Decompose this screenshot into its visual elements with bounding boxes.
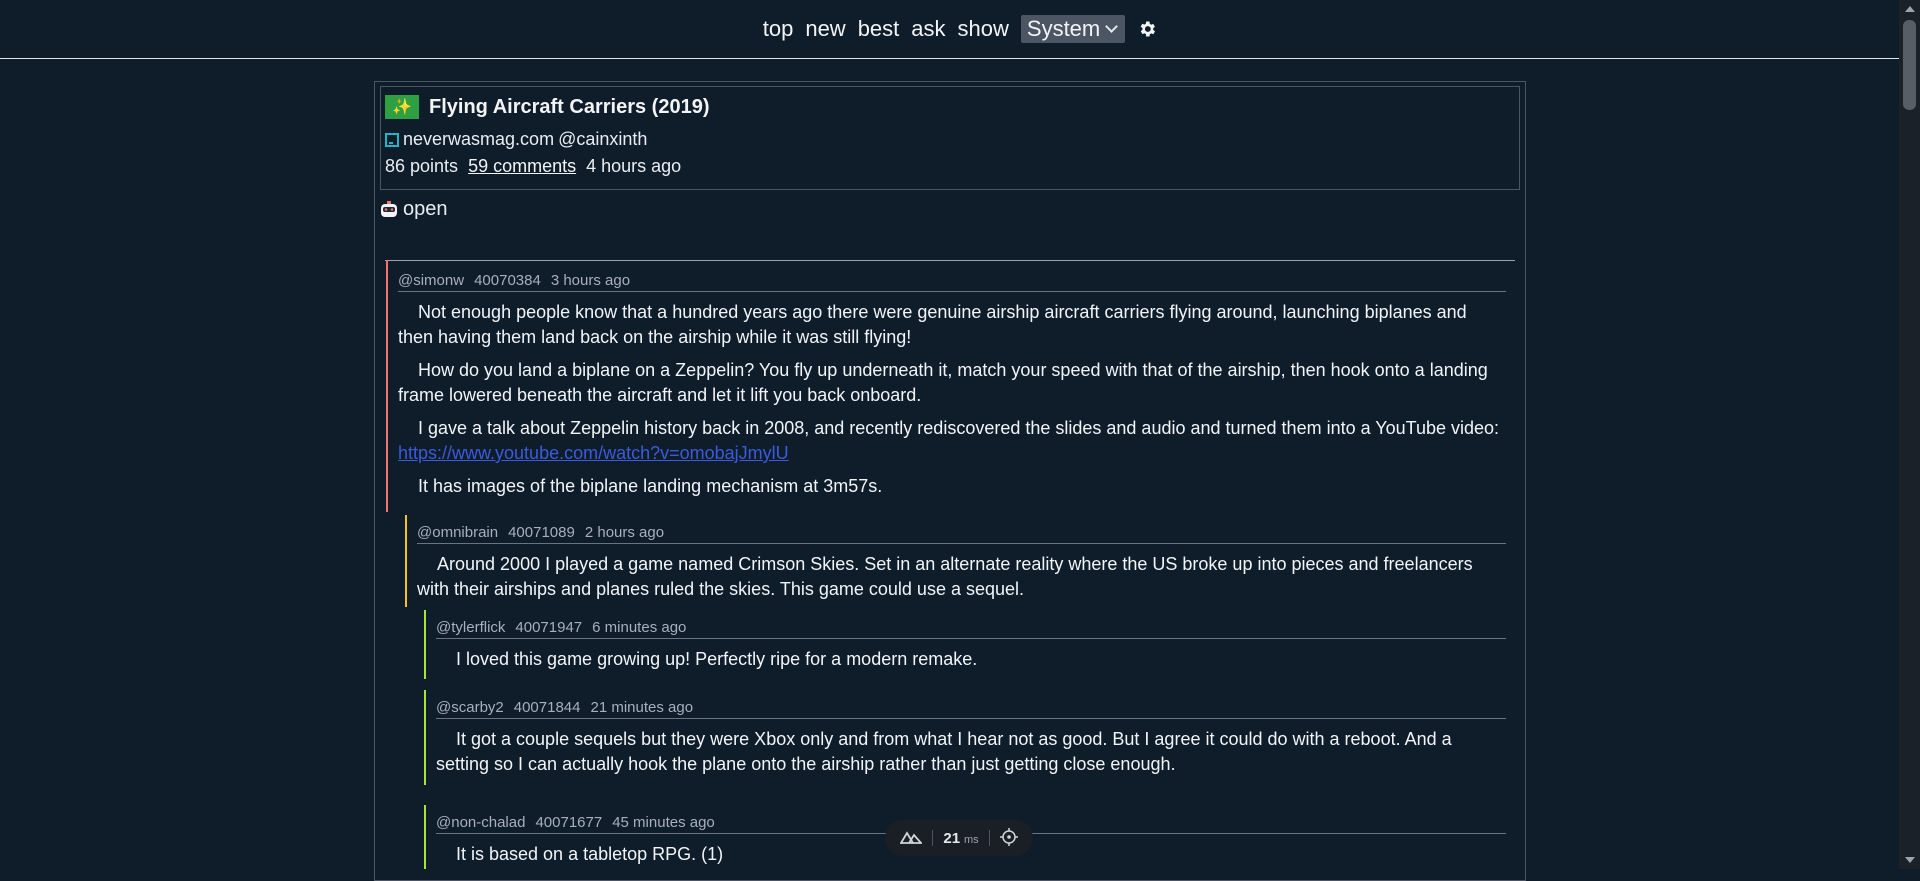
sparkle-icon: ✨ [385,95,419,119]
story-points: 86 points [385,156,459,176]
comment-id[interactable]: 40070384 [474,272,541,289]
divider [988,830,990,846]
scrollbar-thumb[interactable] [1903,20,1916,110]
story-author[interactable]: @cainxinth [558,129,647,150]
comment-time: 2 hours ago [584,524,665,541]
story-comments-link[interactable]: 59 comments [468,156,576,177]
story-domain[interactable]: neverwasmag.com [403,129,554,150]
perf-indicator[interactable]: 21 ms [885,820,1033,856]
top-nav: top new best ask show System [0,0,1920,59]
theme-select[interactable]: System [1020,15,1126,43]
comment-id[interactable]: 40071947 [515,619,582,636]
comment-paragraph: I loved this game growing up! Perfectly … [456,649,978,669]
comment-id[interactable]: 40071844 [514,699,581,716]
story-time: 4 hours ago [586,156,682,176]
comment-id[interactable]: 40071677 [535,814,602,831]
comment-user[interactable]: @tylerflick [436,619,505,636]
comment-tylerflick: @tylerflick 40071947 6 minutes ago I lov… [424,610,1516,679]
nav-new[interactable]: new [805,16,845,42]
comment-paragraph: It got a couple sequels but they were Xb… [436,729,1452,774]
nav-ask[interactable]: ask [911,16,945,42]
story-title[interactable]: Flying Aircraft Carriers (2019) [429,96,709,119]
comment-user[interactable]: @non-chalad [436,814,525,831]
site-favicon-icon [385,132,399,147]
open-label: open [403,198,448,220]
comment-omnibrain: @omnibrain 40071089 2 hours ago Around 2… [405,515,1516,607]
comment-scarby2: @scarby2 40071844 21 minutes ago It got … [424,690,1516,785]
nav-top[interactable]: top [763,16,794,42]
youtube-link[interactable]: https://www.youtube.com/watch?v=omobajJm… [398,443,789,463]
comment-paragraph: I gave a talk about Zeppelin history bac… [398,418,1500,463]
comment-simonw: @simonw 40070384 3 hours ago Not enough … [386,260,1516,512]
comment-paragraph: It has images of the biplane landing mec… [418,476,883,496]
comment-paragraph: Around 2000 I played a game named Crimso… [417,554,1473,599]
comment-paragraph: How do you land a biplane on a Zeppelin?… [398,360,1488,405]
open-button[interactable]: open [379,198,1525,221]
scroll-up-icon[interactable] [1905,6,1915,12]
comment-user[interactable]: @simonw [398,272,464,289]
gear-icon[interactable] [1137,19,1157,39]
comment-paragraph: Not enough people know that a hundred ye… [398,302,1467,347]
scroll-down-icon[interactable] [1905,857,1915,863]
nav-show[interactable]: show [958,16,1009,42]
nav-best[interactable]: best [858,16,900,42]
comment-user[interactable]: @omnibrain [417,524,498,541]
perf-readout: 21 ms [943,829,979,847]
story-header: ✨ Flying Aircraft Carriers (2019) neverw… [380,86,1520,190]
crosshair-icon[interactable] [999,827,1018,849]
comment-id[interactable]: 40071089 [508,524,575,541]
comment-time: 3 hours ago [550,272,631,289]
chevron-down-icon [1105,19,1119,33]
theme-select-value: System [1026,16,1101,41]
divider [932,830,934,846]
nuxt-logo-icon [899,830,924,847]
robot-icon [379,200,399,220]
scrollbar[interactable] [1899,0,1920,869]
comment-time: 21 minutes ago [590,699,694,716]
comment-time: 45 minutes ago [612,814,715,831]
comment-time: 6 minutes ago [592,619,687,636]
comment-user[interactable]: @scarby2 [436,699,504,716]
